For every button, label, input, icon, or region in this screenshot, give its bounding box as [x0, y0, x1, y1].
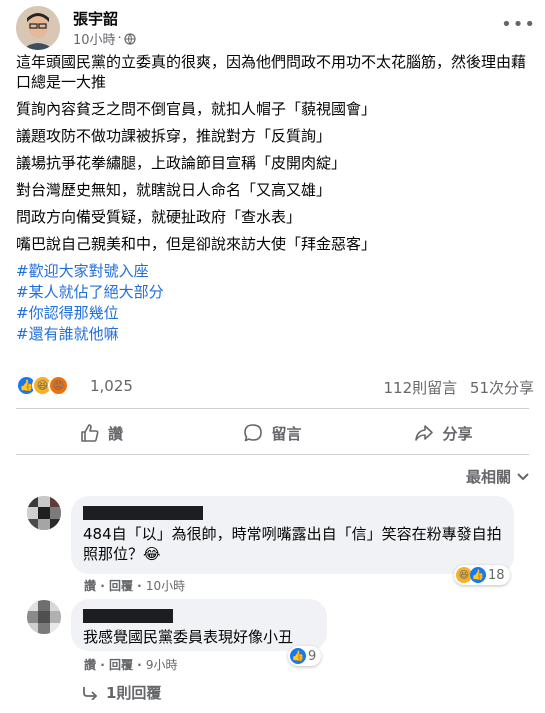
comment-meta: 讚 · 回覆 · 10小時 [84, 579, 186, 593]
commenter-name-redacted [83, 609, 173, 623]
comment-button[interactable]: 留言 [187, 416, 358, 450]
share-label: 分享 [442, 424, 473, 443]
comment-reaction-count: 9 [308, 648, 317, 664]
reaction-icons[interactable]: 👍 😆 😡 [16, 375, 69, 396]
like-reaction-icon: 👍 [290, 648, 306, 664]
post-paragraph: 這年頭國民黨的立委真的很爽，因為他們問政不用功不太花腦筋，然後理由藉口總是一大推 [16, 53, 527, 91]
post-time[interactable]: 10小時 [73, 29, 116, 48]
hashtag-link[interactable]: #某人就佔了絕大部分 [16, 282, 531, 303]
comment-icon [244, 424, 263, 442]
post-paragraph: 議場抗爭花拳繡腿，上政論節目宣稱「皮開肉綻」 [16, 154, 347, 172]
commenter-avatar[interactable] [27, 496, 61, 530]
meta-separator: · [117, 31, 122, 46]
thumbs-up-icon [81, 424, 99, 442]
like-label: 讚 [107, 424, 123, 443]
comment-reply-link[interactable]: 回覆 [109, 579, 133, 593]
post-paragraph: 嘴巴說自己親美和中，但是卻說來訪大使「拜金惡客」 [16, 235, 377, 253]
globe-icon [124, 32, 136, 45]
comment-reaction-count: 18 [488, 567, 505, 583]
post-paragraph: 問政方向備受質疑，就硬扯政府「查水表」 [16, 208, 302, 226]
share-icon [415, 425, 434, 441]
comment-bubble: 我感覺國民黨委員表現好像小丑 [71, 599, 327, 651]
more-options-icon[interactable]: ••• [501, 14, 536, 35]
comment-text: 484自「以」為很帥，時常咧嘴露出自「信」笑容在粉專發自拍照那位？😂 [83, 525, 502, 563]
hashtag-list: #歡迎大家對號入座 #某人就佔了絕大部分 #你認得那幾位 #還有誰就他嘛 [16, 261, 531, 345]
comment-label: 留言 [271, 424, 302, 443]
action-bar: 讚 留言 分享 [16, 416, 529, 450]
post-paragraph: 議題攻防不做功課被拆穿，推說對方「反質詢」 [16, 127, 332, 145]
share-button[interactable]: 分享 [358, 416, 529, 450]
comment-reactions[interactable]: 😆 👍 18 [454, 565, 510, 585]
comment-meta: 讚 · 回覆 · 9小時 [84, 658, 178, 672]
post-stats: 👍 😆 😡 1,025 112則留言 51次分享 [16, 375, 534, 397]
comment-time[interactable]: 9小時 [146, 658, 178, 672]
comments-count[interactable]: 112則留言 [383, 379, 457, 397]
like-button[interactable]: 讚 [16, 416, 187, 450]
replies-label: 1則回覆 [106, 684, 162, 702]
hashtag-link[interactable]: #歡迎大家對號入座 [16, 261, 531, 282]
post-header: 張宇韶 10小時 · ••• [16, 6, 536, 50]
comment-reactions[interactable]: 👍 9 [288, 646, 322, 666]
comment-text: 我感覺國民黨委員表現好像小丑 [83, 628, 294, 646]
comment-time[interactable]: 10小時 [146, 579, 185, 593]
comment-bubble: 484自「以」為很帥，時常咧嘴露出自「信」笑容在粉專發自拍照那位？😂 [71, 496, 514, 574]
reply-arrow-icon [83, 686, 98, 700]
author-avatar[interactable] [16, 6, 60, 50]
author-name[interactable]: 張宇韶 [73, 8, 118, 29]
post-body: 這年頭國民黨的立委真的很爽，因為他們問政不用功不太花腦筋，然後理由藉口總是一大推… [16, 52, 531, 345]
divider [16, 408, 529, 409]
angry-reaction-icon: 😡 [48, 375, 69, 396]
post-paragraph: 質詢內容貧乏之問不倒官員，就扣人帽子「藐視國會」 [16, 100, 377, 118]
like-reaction-icon: 👍 [470, 567, 486, 583]
sort-label: 最相關 [465, 468, 511, 486]
hashtag-link[interactable]: #還有誰就他嘛 [16, 324, 531, 345]
reaction-count[interactable]: 1,025 [90, 377, 133, 395]
chevron-down-icon [517, 472, 529, 480]
comment-like-link[interactable]: 讚 [84, 579, 96, 593]
post-meta: 10小時 · [73, 29, 136, 48]
commenter-avatar[interactable] [27, 600, 61, 634]
comment-sort-dropdown[interactable]: 最相關 [466, 466, 529, 487]
view-replies-link[interactable]: 1則回覆 [82, 682, 161, 703]
shares-count[interactable]: 51次分享 [470, 379, 534, 397]
comment-reply-link[interactable]: 回覆 [109, 658, 133, 672]
comment-like-link[interactable]: 讚 [84, 658, 96, 672]
commenter-name-redacted [83, 506, 203, 520]
divider [16, 454, 529, 455]
post-paragraph: 對台灣歷史無知，就瞎說日人命名「又高又雄」 [16, 181, 332, 199]
engagement-counts: 112則留言 51次分享 [383, 377, 534, 398]
hashtag-link[interactable]: #你認得那幾位 [16, 303, 531, 324]
